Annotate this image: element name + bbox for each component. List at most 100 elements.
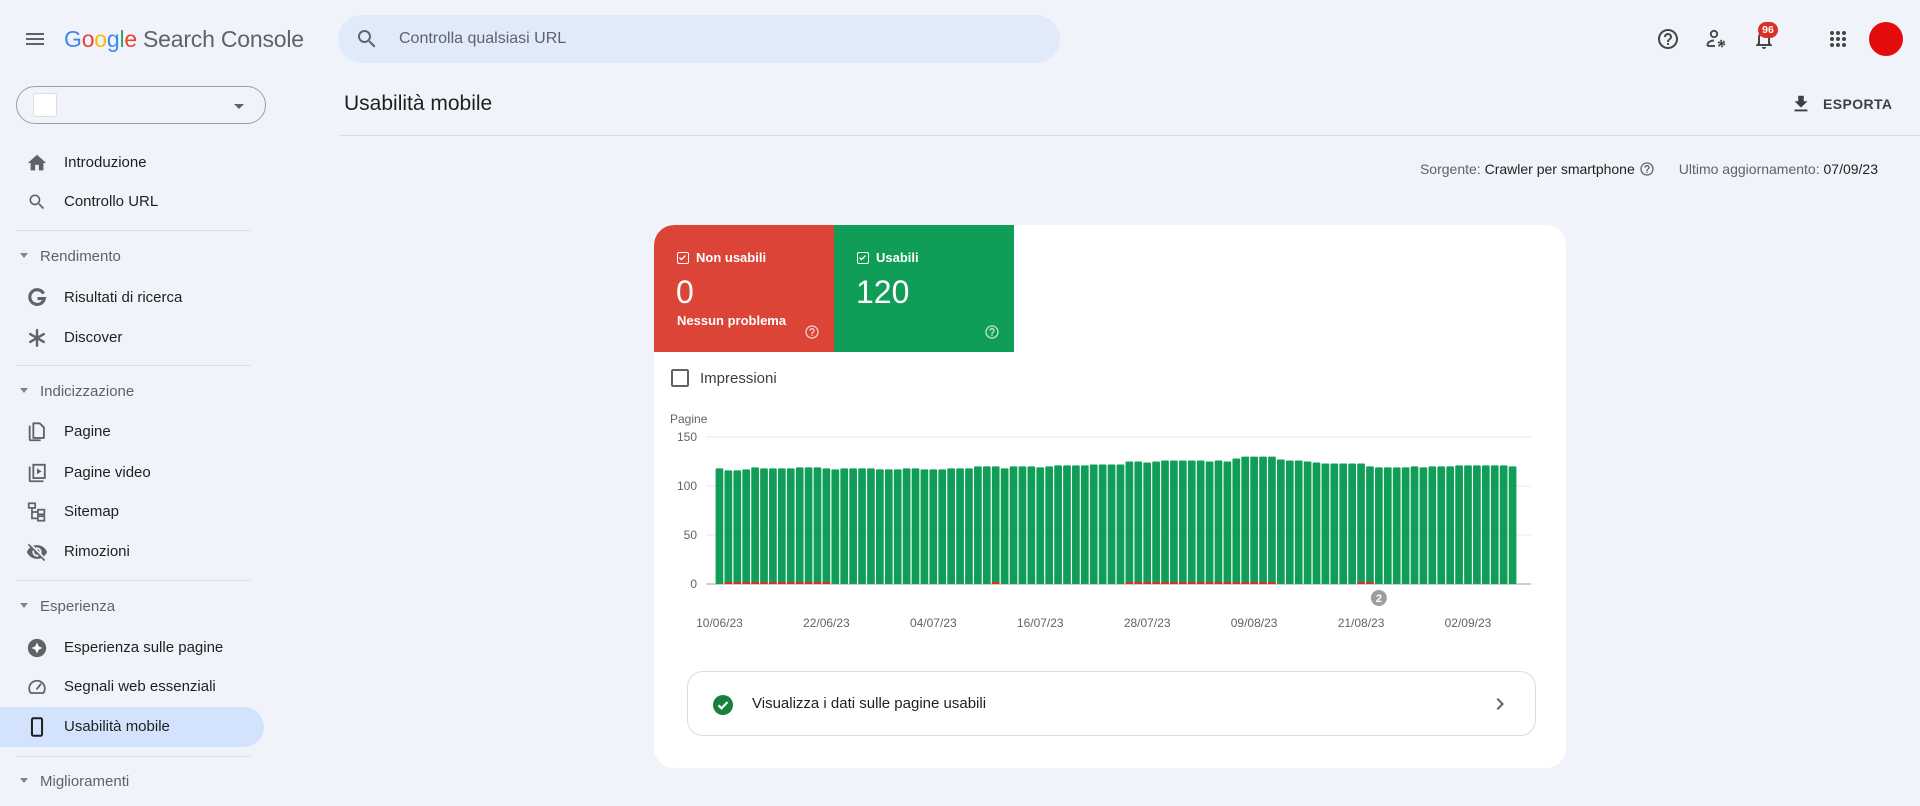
bar-usabili[interactable] [1330, 463, 1339, 584]
bar-non-usabili[interactable] [777, 582, 786, 584]
bar-usabili[interactable] [1072, 465, 1080, 584]
bar-usabili[interactable] [1045, 466, 1054, 584]
bar-usabili[interactable] [1366, 466, 1374, 584]
bar-usabili[interactable] [1054, 465, 1062, 584]
sidebar-item-pagine[interactable]: Pagine [0, 412, 264, 452]
bar-usabili[interactable] [724, 470, 733, 584]
bar-usabili[interactable] [1419, 467, 1428, 584]
sidebar-item-introduzione[interactable]: Introduzione [0, 143, 264, 183]
sidebar-section-indicizzazione[interactable]: Indicizzazione [0, 380, 264, 404]
checkbox-unchecked-icon[interactable] [671, 369, 689, 387]
bar-usabili[interactable] [1490, 465, 1499, 584]
help-icon[interactable] [804, 324, 820, 340]
sidebar-section-rendimento[interactable]: Rendimento [0, 245, 264, 269]
bar-usabili[interactable] [1187, 460, 1196, 584]
bar-usabili[interactable] [1125, 461, 1134, 584]
bar-usabili[interactable] [1401, 467, 1410, 584]
bar-usabili[interactable] [1214, 460, 1223, 584]
bar-usabili[interactable] [804, 467, 813, 584]
bar-usabili[interactable] [1009, 466, 1018, 584]
bar-usabili[interactable] [1383, 467, 1392, 584]
bar-non-usabili[interactable] [733, 582, 742, 584]
bar-usabili[interactable] [822, 468, 831, 584]
bar-non-usabili[interactable] [1196, 582, 1205, 584]
bar-usabili[interactable] [858, 468, 866, 584]
bar-usabili[interactable] [813, 467, 822, 584]
bar-non-usabili[interactable] [1161, 582, 1169, 584]
help-icon[interactable] [1639, 161, 1655, 177]
bar-usabili[interactable] [1223, 461, 1232, 584]
bar-usabili[interactable] [1232, 458, 1241, 584]
bar-usabili[interactable] [1508, 466, 1517, 584]
sidebar-item-risultati-di-ricerca[interactable]: Risultati di ricerca [0, 278, 264, 318]
bar-non-usabili[interactable] [1250, 582, 1258, 584]
url-inspection-search[interactable] [338, 15, 1060, 63]
bar-usabili[interactable] [1250, 456, 1258, 584]
bar-usabili[interactable] [1098, 464, 1107, 584]
bar-non-usabili[interactable] [1143, 582, 1152, 584]
bar-usabili[interactable] [742, 469, 751, 584]
bar-usabili[interactable] [733, 470, 742, 584]
bar-non-usabili[interactable] [813, 582, 822, 584]
bar-usabili[interactable] [1473, 465, 1481, 584]
bar-usabili[interactable] [1161, 460, 1169, 584]
bar-usabili[interactable] [1339, 463, 1348, 584]
sidebar-section-miglioramenti[interactable]: Miglioramenti [0, 770, 264, 794]
bar-non-usabili[interactable] [1170, 582, 1178, 584]
bar-usabili[interactable] [849, 468, 857, 584]
bar-usabili[interactable] [840, 468, 849, 584]
bar-usabili[interactable] [1437, 466, 1446, 584]
bar-non-usabili[interactable] [822, 582, 831, 584]
bar-usabili[interactable] [1018, 466, 1027, 584]
bar-usabili[interactable] [1027, 466, 1036, 584]
bar-usabili[interactable] [1241, 456, 1250, 584]
bar-usabili[interactable] [715, 468, 724, 584]
bar-non-usabili[interactable] [1152, 582, 1160, 584]
bar-non-usabili[interactable] [786, 582, 795, 584]
bar-usabili[interactable] [1000, 468, 1009, 584]
bar-usabili[interactable] [1036, 467, 1045, 584]
bar-usabili[interactable] [1481, 465, 1490, 584]
account-avatar[interactable] [1869, 22, 1903, 56]
bar-usabili[interactable] [795, 467, 804, 584]
bar-usabili[interactable] [1294, 460, 1303, 584]
bar-usabili[interactable] [1321, 463, 1330, 584]
bar-usabili[interactable] [1392, 467, 1401, 584]
bar-usabili[interactable] [769, 468, 777, 584]
bar-usabili[interactable] [1143, 462, 1152, 584]
bar-usabili[interactable] [1080, 465, 1089, 584]
bar-usabili[interactable] [929, 469, 938, 584]
bar-usabili[interactable] [1134, 461, 1143, 584]
bar-usabili[interactable] [1259, 456, 1267, 584]
bar-non-usabili[interactable] [795, 582, 804, 584]
bar-usabili[interactable] [876, 469, 884, 584]
bar-usabili[interactable] [1455, 465, 1463, 584]
bar-usabili[interactable] [1428, 466, 1437, 584]
bar-non-usabili[interactable] [1134, 582, 1143, 584]
bar-usabili[interactable] [1089, 464, 1098, 584]
url-search-input[interactable] [397, 15, 1037, 63]
sidebar-item-sitemap[interactable]: Sitemap [0, 492, 264, 532]
bar-usabili[interactable] [974, 466, 982, 584]
bar-usabili[interactable] [1268, 456, 1276, 584]
bar-usabili[interactable] [1303, 461, 1312, 585]
bar-usabili[interactable] [1205, 461, 1214, 584]
bar-non-usabili[interactable] [1259, 582, 1267, 584]
bar-usabili[interactable] [1285, 460, 1294, 584]
export-button[interactable]: ESPORTA [1790, 89, 1892, 119]
bar-non-usabili[interactable] [1268, 582, 1276, 584]
bar-usabili[interactable] [1196, 460, 1205, 584]
bar-usabili[interactable] [1464, 465, 1472, 584]
bar-non-usabili[interactable] [751, 582, 759, 584]
bar-non-usabili[interactable] [742, 582, 751, 584]
main-menu-button[interactable] [23, 27, 47, 51]
bar-usabili[interactable] [1410, 466, 1419, 584]
bar-usabili[interactable] [911, 468, 920, 584]
bar-non-usabili[interactable] [991, 582, 1000, 584]
bar-usabili[interactable] [1063, 465, 1071, 584]
bar-non-usabili[interactable] [760, 582, 768, 584]
app-logo[interactable]: Google Search Console [64, 24, 304, 54]
bar-non-usabili[interactable] [769, 582, 777, 584]
bar-usabili[interactable] [1312, 462, 1321, 584]
bar-usabili[interactable] [982, 466, 991, 584]
